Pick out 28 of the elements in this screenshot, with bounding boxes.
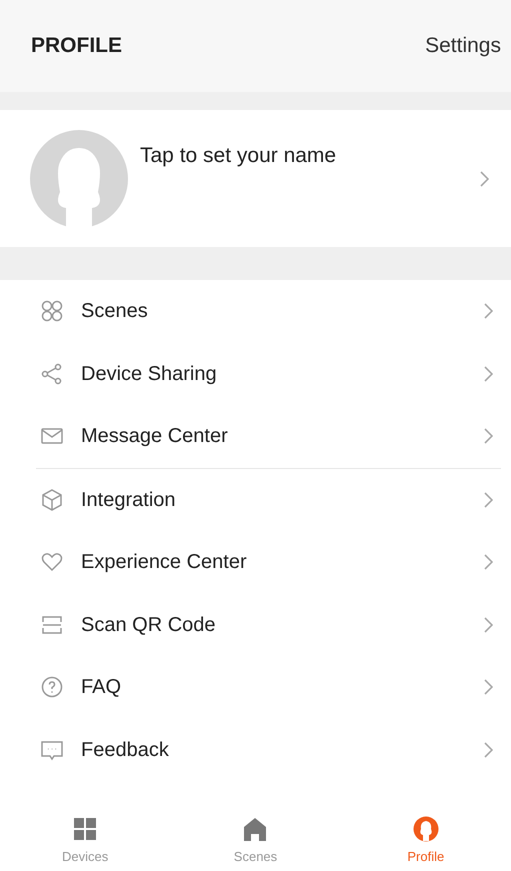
- share-icon: [40, 362, 64, 386]
- menu-item[interactable]: Message Center: [0, 405, 511, 468]
- page-title: PROFILE: [31, 33, 122, 60]
- chevron-icon: [484, 492, 493, 508]
- menu-item[interactable]: Device Sharing: [0, 342, 511, 405]
- chevron-icon: [484, 679, 493, 696]
- cube-icon: [40, 488, 64, 512]
- grid-icon: [72, 816, 98, 842]
- grid-icon: [40, 299, 64, 324]
- chevron-icon: [484, 742, 493, 758]
- chevron-icon: [484, 428, 493, 444]
- settings-link[interactable]: Settings: [425, 30, 501, 62]
- avatar-icon: [30, 130, 128, 228]
- chevron-icon: [484, 366, 493, 382]
- menu-item[interactable]: Integration: [0, 468, 511, 531]
- menu-item[interactable]: Experience Center: [0, 531, 511, 594]
- chevron-icon: [484, 303, 493, 320]
- person-icon: [412, 816, 439, 842]
- house-icon: [242, 816, 268, 842]
- menu-item[interactable]: Scan QR Code: [0, 594, 511, 656]
- chevron-icon: [480, 170, 489, 186]
- menu-item[interactable]: Scenes: [0, 280, 511, 342]
- chevron-icon: [484, 616, 493, 633]
- menu-item[interactable]: FAQ: [0, 656, 511, 718]
- chevron-icon: [484, 554, 493, 570]
- menu-item[interactable]: Feedback: [0, 718, 511, 781]
- question-icon: [40, 675, 64, 700]
- set-name-prompt: Tap to set your name: [140, 144, 336, 167]
